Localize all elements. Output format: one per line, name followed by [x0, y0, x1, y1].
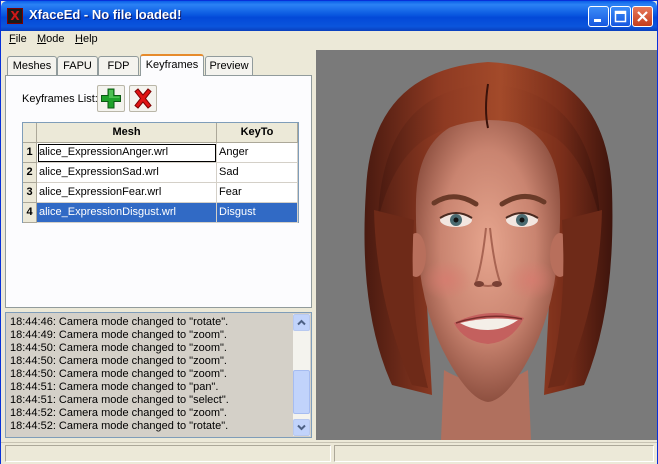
left-panel: Meshes FAPU FDP Keyframes Preview Keyfra…	[5, 54, 312, 308]
log-line: 18:44:51: Camera mode changed to "select…	[10, 394, 229, 406]
log-line: 18:44:50: Camera mode changed to "zoom".	[10, 355, 227, 367]
minimize-icon	[594, 19, 601, 22]
row-header[interactable]: 4	[23, 203, 37, 223]
scroll-thumb[interactable]	[293, 370, 310, 414]
keyto-cell[interactable]: Sad	[217, 163, 298, 183]
log-line: 18:44:49: Camera mode changed to "zoom".	[10, 329, 227, 341]
tab-fdp[interactable]: FDP	[98, 56, 139, 76]
log-line: 18:44:52: Camera mode changed to "zoom".	[10, 407, 227, 419]
mesh-cell[interactable]: alice_ExpressionDisgust.wrl	[37, 203, 217, 223]
chevron-up-icon	[297, 319, 306, 326]
tab-preview[interactable]: Preview	[205, 56, 253, 76]
delete-keyframe-button[interactable]	[129, 85, 157, 112]
column-header-mesh[interactable]: Mesh	[37, 123, 217, 143]
x-delete-icon	[134, 88, 152, 109]
log-line: 18:44:46: Camera mode changed to "rotate…	[10, 316, 229, 328]
add-keyframe-button[interactable]	[97, 85, 125, 112]
menu-mode[interactable]: Mode	[37, 33, 65, 45]
plus-icon	[101, 88, 121, 109]
window-title: XfaceEd - No file loaded!	[29, 7, 182, 22]
log-lines: 18:44:46: Camera mode changed to "rotate…	[10, 316, 292, 433]
maximize-icon	[614, 10, 627, 23]
status-panel-right	[334, 445, 654, 462]
title-bar[interactable]: X XfaceEd - No file loaded!	[1, 1, 657, 31]
menu-help-accel: H	[75, 33, 83, 45]
row-header[interactable]: 1	[23, 143, 37, 163]
status-bar	[1, 442, 657, 464]
mesh-cell[interactable]: alice_ExpressionFear.wrl	[37, 183, 217, 203]
tab-keyframes[interactable]: Keyframes	[140, 54, 204, 76]
maximize-button[interactable]	[610, 6, 631, 27]
status-panel-left	[5, 445, 331, 462]
scroll-down-button[interactable]	[293, 419, 310, 436]
menu-file-accel: F	[9, 33, 16, 45]
minimize-button[interactable]	[588, 6, 609, 27]
keyframes-tab-body: Keyframes List: Mesh KeyTo 1 alice_Expre…	[5, 75, 312, 308]
log-line: 18:44:50: Camera mode changed to "zoom".	[10, 368, 227, 380]
keyto-cell[interactable]: Fear	[217, 183, 298, 203]
chevron-down-icon	[297, 424, 306, 431]
log-line: 18:44:52: Camera mode changed to "rotate…	[10, 420, 229, 432]
row-header[interactable]: 2	[23, 163, 37, 183]
3d-viewport[interactable]	[316, 50, 657, 440]
close-button[interactable]	[632, 6, 653, 27]
log-line: 18:44:50: Camera mode changed to "zoom".	[10, 342, 227, 354]
keyto-cell[interactable]: Disgust	[217, 203, 298, 223]
column-header-keyto[interactable]: KeyTo	[217, 123, 298, 143]
log-output[interactable]: 18:44:46: Camera mode changed to "rotate…	[5, 312, 312, 438]
app-window: X XfaceEd - No file loaded! File Mode He…	[0, 0, 658, 464]
mesh-cell[interactable]: alice_ExpressionAnger.wrl	[37, 143, 217, 163]
scroll-up-button[interactable]	[293, 314, 310, 331]
row-header[interactable]: 3	[23, 183, 37, 203]
log-line: 18:44:51: Camera mode changed to "pan".	[10, 381, 219, 393]
menu-file[interactable]: File	[9, 33, 27, 45]
face-model-render	[364, 62, 613, 440]
log-scrollbar[interactable]	[293, 314, 310, 436]
mesh-cell[interactable]: alice_ExpressionSad.wrl	[37, 163, 217, 183]
keyto-cell[interactable]: Anger	[217, 143, 298, 163]
tab-meshes[interactable]: Meshes	[7, 56, 57, 76]
keyframes-table[interactable]: Mesh KeyTo 1 alice_ExpressionAnger.wrl A…	[22, 122, 299, 223]
close-icon	[637, 11, 648, 22]
menu-help-label: elp	[82, 33, 98, 45]
corner-header	[23, 123, 37, 143]
keyframes-list-label: Keyframes List:	[22, 93, 98, 105]
menu-file-label: ile	[15, 33, 27, 45]
app-logo-icon[interactable]: X	[7, 8, 23, 24]
menu-bar: File Mode Help	[1, 31, 657, 49]
menu-help[interactable]: Help	[75, 33, 98, 45]
tab-fapu[interactable]: FAPU	[57, 56, 98, 76]
menu-mode-accel: M	[37, 33, 47, 45]
menu-mode-label: ode	[46, 33, 65, 45]
